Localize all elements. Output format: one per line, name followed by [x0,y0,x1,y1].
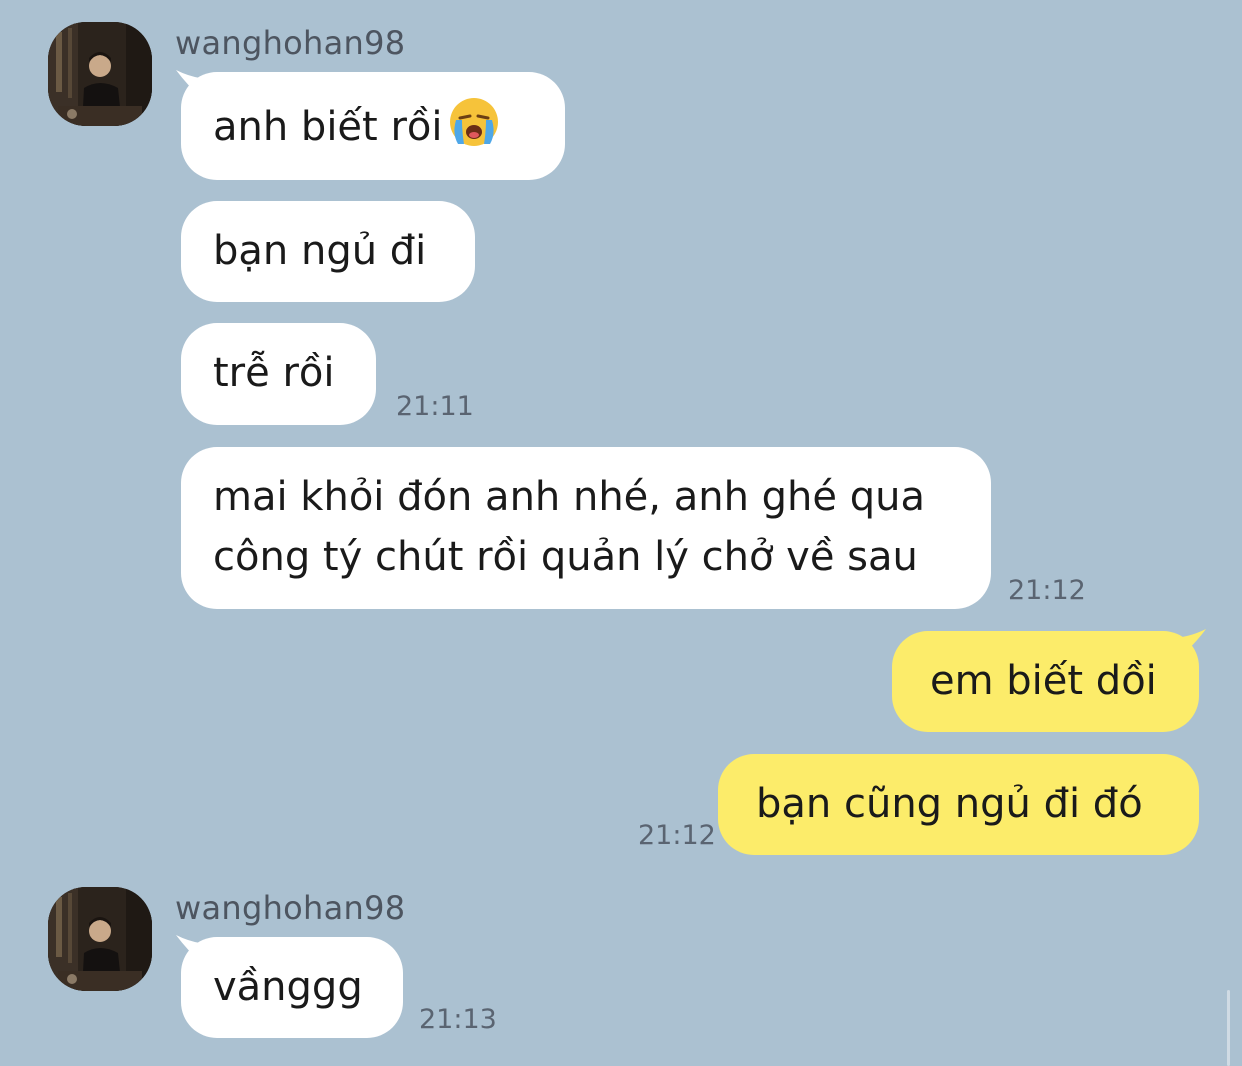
message-bubble[interactable]: vầnggg [181,937,403,1038]
message-text: anh biết rồi [213,104,443,150]
chat-view[interactable]: wanghohan98 anh biết rồi bạn ngủ đi trễ … [0,0,1242,1066]
message-timestamp: 21:12 [638,820,716,851]
message-text: bạn ngủ đi [213,228,427,274]
message-bubble-outgoing[interactable]: bạn cũng ngủ đi đó [718,754,1199,855]
message-timestamp: 21:11 [396,391,474,422]
message-text: em biết dồi [930,658,1157,704]
message-text: vầnggg [213,964,363,1010]
message-bubble-outgoing[interactable]: em biết dồi [892,631,1199,732]
message-text: trễ rồi [213,350,335,396]
avatar-photo [48,887,152,991]
message-bubble[interactable]: bạn ngủ đi [181,201,475,302]
avatar-photo [48,22,152,126]
contact-avatar[interactable] [48,22,152,126]
message-text-line: công tý chút rồi quản lý chở về sau [213,534,918,580]
message-timestamp: 21:12 [1008,575,1086,606]
message-text: bạn cũng ngủ đi đó [756,781,1143,827]
loudly-crying-face-icon [450,98,499,146]
sender-name: wanghohan98 [175,24,406,62]
contact-avatar[interactable] [48,887,152,991]
message-bubble[interactable]: mai khỏi đón anh nhé, anh ghé qua công t… [181,447,991,609]
message-bubble[interactable]: anh biết rồi [181,72,565,180]
message-timestamp: 21:13 [419,1004,497,1035]
message-text-line: mai khỏi đón anh nhé, anh ghé qua [213,474,925,520]
message-bubble[interactable]: trễ rồi [181,323,376,425]
scrollbar[interactable] [1227,990,1230,1066]
sender-name: wanghohan98 [175,889,406,927]
